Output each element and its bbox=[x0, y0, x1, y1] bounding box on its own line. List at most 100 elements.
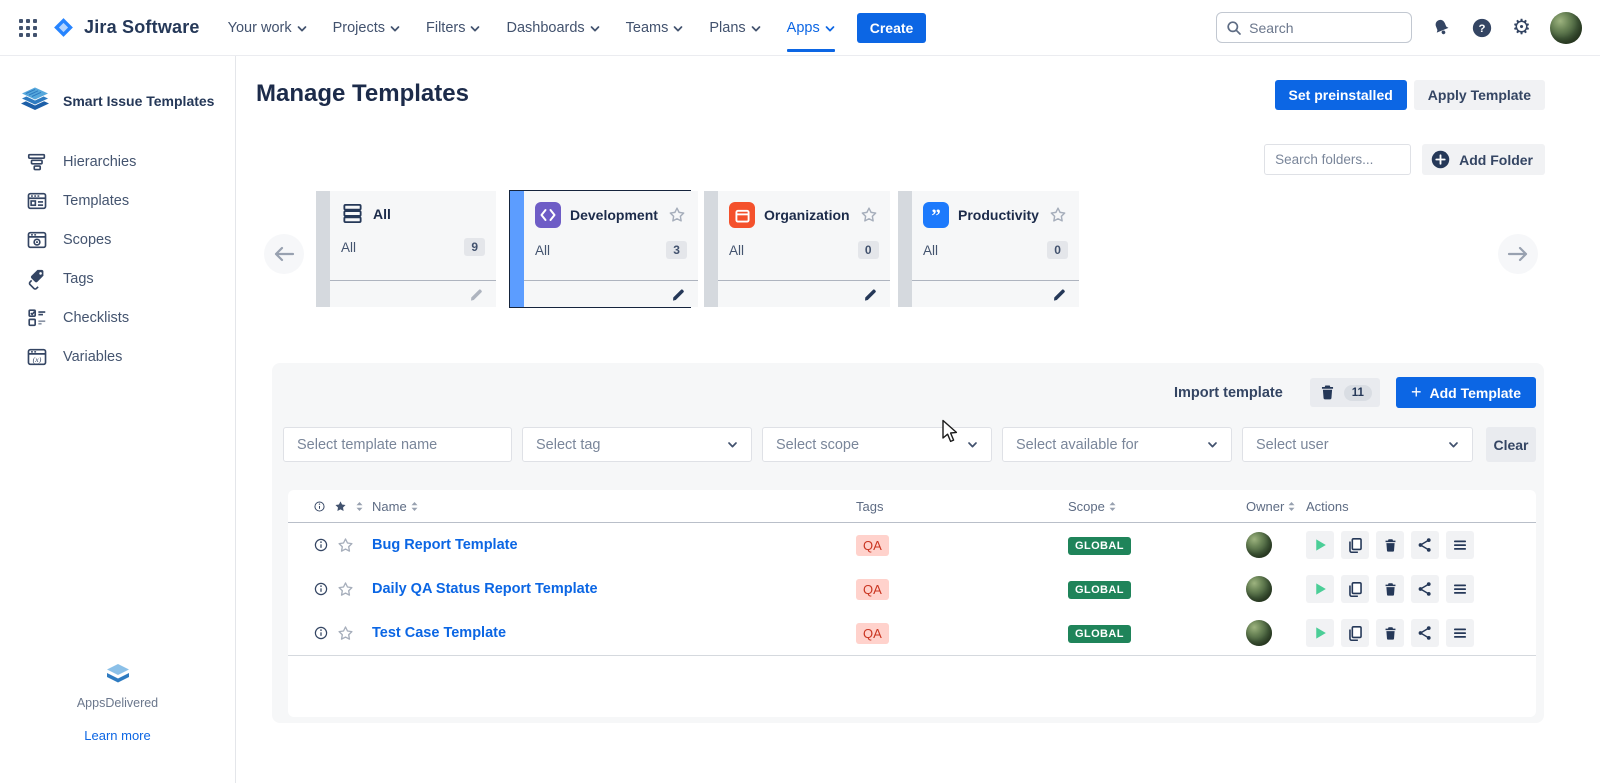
folder-count-badge: 0 bbox=[858, 241, 879, 259]
plus-icon: + bbox=[1411, 383, 1422, 401]
scope-badge: GLOBAL bbox=[1068, 581, 1131, 599]
user-avatar[interactable] bbox=[1550, 12, 1582, 44]
edit-pencil-icon[interactable] bbox=[1052, 286, 1069, 303]
share-icon bbox=[1416, 624, 1434, 642]
main-menu: Your work Projects Filters Dashboards Te… bbox=[228, 20, 835, 36]
owner-avatar[interactable] bbox=[1246, 532, 1272, 558]
chevron-down-icon bbox=[751, 25, 761, 33]
column-header-scope[interactable]: Scope bbox=[1068, 499, 1246, 514]
run-template-button[interactable] bbox=[1306, 619, 1334, 647]
share-icon bbox=[1416, 580, 1434, 598]
favorite-star-icon[interactable] bbox=[859, 205, 879, 225]
run-template-button[interactable] bbox=[1306, 575, 1334, 603]
trash-icon bbox=[1382, 537, 1399, 554]
play-icon bbox=[1310, 623, 1330, 643]
bulk-trash-button[interactable]: 11 bbox=[1310, 378, 1380, 407]
share-template-button[interactable] bbox=[1411, 619, 1439, 647]
nav-item-apps[interactable]: Apps bbox=[787, 20, 835, 36]
favorite-star-icon[interactable] bbox=[1048, 205, 1068, 225]
nav-item-your-work[interactable]: Your work bbox=[228, 20, 307, 36]
sort-icon bbox=[1108, 501, 1117, 512]
app-switcher-icon[interactable] bbox=[18, 18, 38, 38]
settings-gear-icon[interactable]: ⚙ bbox=[1512, 17, 1531, 38]
more-menu-button[interactable] bbox=[1446, 619, 1474, 647]
set-preinstalled-button[interactable]: Set preinstalled bbox=[1275, 80, 1407, 110]
trash-icon bbox=[1318, 383, 1337, 402]
delete-template-button[interactable] bbox=[1376, 575, 1404, 603]
info-icon[interactable] bbox=[313, 625, 329, 641]
template-name-link[interactable]: Test Case Template bbox=[372, 625, 856, 641]
carousel-left-button[interactable] bbox=[264, 234, 304, 274]
favorite-star-icon[interactable] bbox=[336, 580, 355, 599]
delete-template-button[interactable] bbox=[1376, 531, 1404, 559]
help-icon[interactable]: ? bbox=[1471, 17, 1493, 39]
run-template-button[interactable] bbox=[1306, 531, 1334, 559]
svg-text:”: ” bbox=[931, 207, 941, 223]
table-header: Name Tags Scope Owner Actions bbox=[288, 490, 1536, 523]
owner-avatar[interactable] bbox=[1246, 576, 1272, 602]
jira-logo-icon[interactable]: Jira Software bbox=[52, 16, 200, 39]
search-input[interactable] bbox=[1249, 20, 1389, 36]
nav-item-projects[interactable]: Projects bbox=[333, 20, 400, 36]
folder-card-development[interactable]: Development All 3 bbox=[509, 190, 691, 308]
sidebar-item-tags[interactable]: Tags bbox=[0, 259, 235, 298]
folder-card-organization[interactable]: Organization All 0 bbox=[703, 190, 885, 308]
sort-icon bbox=[410, 501, 419, 512]
apply-template-button[interactable]: Apply Template bbox=[1414, 80, 1545, 110]
folder-strip bbox=[898, 191, 912, 307]
star-sort-icon[interactable] bbox=[333, 499, 348, 514]
column-header-name[interactable]: Name bbox=[372, 499, 856, 514]
favorite-star-icon[interactable] bbox=[667, 205, 687, 225]
table-row: Test Case Template QA GLOBAL bbox=[288, 611, 1536, 655]
nav-item-plans[interactable]: Plans bbox=[709, 20, 760, 36]
sort-icon[interactable] bbox=[355, 501, 364, 512]
share-template-button[interactable] bbox=[1411, 531, 1439, 559]
folder-card-all[interactable]: All All 9 bbox=[315, 190, 497, 308]
clear-filters-button[interactable]: Clear bbox=[1486, 427, 1536, 462]
global-search[interactable] bbox=[1216, 12, 1412, 43]
copy-template-button[interactable] bbox=[1341, 619, 1369, 647]
edit-pencil-icon[interactable] bbox=[671, 286, 688, 303]
search-folders-input[interactable] bbox=[1264, 144, 1411, 175]
import-template-link[interactable]: Import template bbox=[1174, 385, 1283, 401]
template-name-filter-input[interactable] bbox=[283, 427, 512, 462]
plus-circle-icon bbox=[1430, 149, 1451, 170]
scope-filter-select[interactable]: Select scope bbox=[762, 427, 992, 462]
template-name-link[interactable]: Daily QA Status Report Template bbox=[372, 581, 856, 597]
add-folder-button[interactable]: Add Folder bbox=[1422, 144, 1545, 175]
notifications-bell-icon[interactable] bbox=[1431, 17, 1452, 38]
play-icon bbox=[1310, 579, 1330, 599]
column-header-owner[interactable]: Owner bbox=[1246, 499, 1306, 514]
user-filter-select[interactable]: Select user bbox=[1242, 427, 1473, 462]
copy-template-button[interactable] bbox=[1341, 575, 1369, 603]
copy-template-button[interactable] bbox=[1341, 531, 1369, 559]
create-button[interactable]: Create bbox=[857, 13, 927, 43]
more-menu-button[interactable] bbox=[1446, 531, 1474, 559]
learn-more-link[interactable]: Learn more bbox=[84, 728, 150, 743]
nav-item-filters[interactable]: Filters bbox=[426, 20, 480, 36]
info-icon[interactable] bbox=[313, 581, 329, 597]
favorite-star-icon[interactable] bbox=[336, 624, 355, 643]
sidebar-item-variables[interactable]: (x) Variables bbox=[0, 337, 235, 376]
nav-item-dashboards[interactable]: Dashboards bbox=[506, 20, 599, 36]
more-menu-button[interactable] bbox=[1446, 575, 1474, 603]
edit-pencil-icon[interactable] bbox=[863, 286, 880, 303]
owner-avatar[interactable] bbox=[1246, 620, 1272, 646]
nav-item-teams[interactable]: Teams bbox=[626, 20, 684, 36]
template-name-link[interactable]: Bug Report Template bbox=[372, 537, 856, 553]
tag-filter-select[interactable]: Select tag bbox=[522, 427, 752, 462]
share-template-button[interactable] bbox=[1411, 575, 1439, 603]
sidebar-item-scopes[interactable]: Scopes bbox=[0, 220, 235, 259]
sidebar-item-templates[interactable]: Templates bbox=[0, 181, 235, 220]
sidebar-item-hierarchies[interactable]: Hierarchies bbox=[0, 142, 235, 181]
delete-template-button[interactable] bbox=[1376, 619, 1404, 647]
add-template-button[interactable]: + Add Template bbox=[1396, 377, 1536, 408]
available-for-filter-select[interactable]: Select available for bbox=[1002, 427, 1232, 462]
sidebar-item-checklists[interactable]: Checklists bbox=[0, 298, 235, 337]
carousel-right-button[interactable] bbox=[1498, 234, 1538, 274]
favorite-star-icon[interactable] bbox=[336, 536, 355, 555]
folder-card-productivity[interactable]: ” Productivity All 0 bbox=[897, 190, 1079, 308]
info-icon[interactable] bbox=[313, 537, 329, 553]
folder-count-badge: 9 bbox=[464, 238, 485, 256]
edit-pencil-icon[interactable] bbox=[469, 286, 486, 303]
